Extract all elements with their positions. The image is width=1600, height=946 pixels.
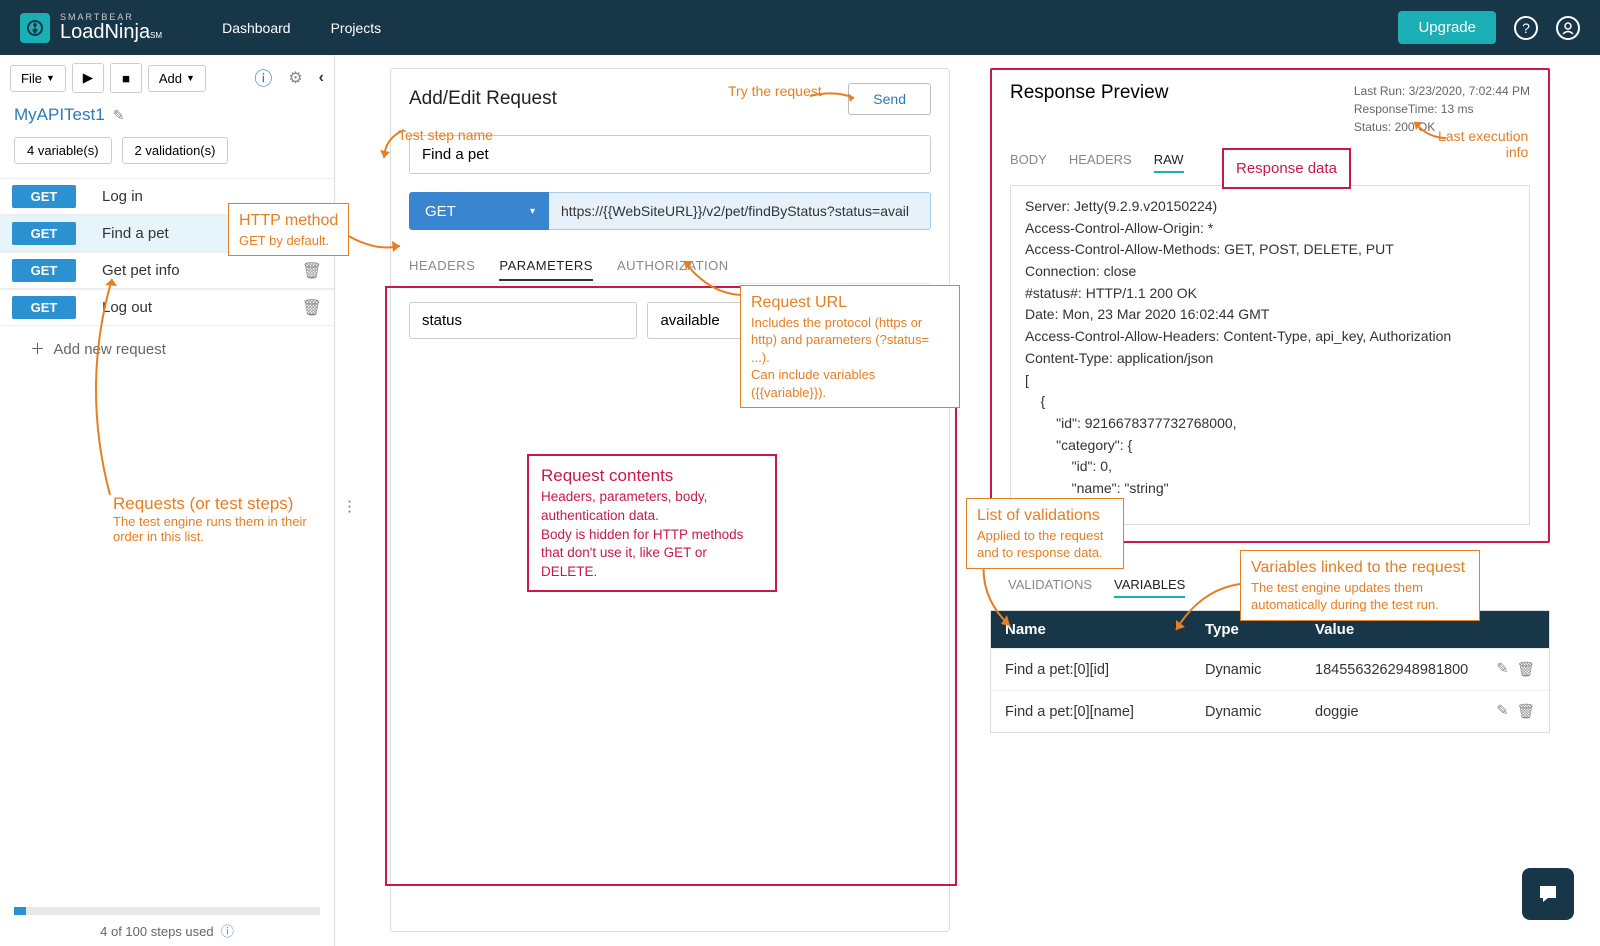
response-raw[interactable]: Server: Jetty(9.2.9.v20150224) Access-Co… bbox=[1010, 185, 1530, 525]
edit-icon[interactable]: ✎ bbox=[1496, 703, 1508, 720]
help-icon[interactable]: ? bbox=[1514, 16, 1538, 40]
trash-icon[interactable]: 🗑 bbox=[302, 298, 322, 318]
editor-tabs: HEADERS PARAMETERS AUTHORIZATION bbox=[409, 252, 931, 284]
callout-requests: Requests (or test steps) The test engine… bbox=[113, 494, 333, 544]
variables-table: Name Type Value Find a pet:[0][id]Dynami… bbox=[990, 610, 1550, 733]
validations-chip[interactable]: 2 validation(s) bbox=[122, 137, 229, 164]
logo-icon bbox=[20, 13, 50, 43]
add-menu[interactable]: Add ▼ bbox=[148, 65, 206, 92]
trash-icon[interactable]: 🗑 bbox=[302, 261, 322, 281]
logo: SMARTBEAR LoadNinjaSM bbox=[20, 13, 162, 43]
response-title: Response Preview bbox=[1010, 82, 1168, 136]
method-badge: GET bbox=[12, 259, 76, 282]
tab-headers[interactable]: HEADERS bbox=[409, 252, 475, 281]
info-icon[interactable]: ⓘ bbox=[254, 65, 272, 91]
col-name: Name bbox=[1005, 621, 1205, 638]
col-value: Value bbox=[1315, 621, 1485, 638]
gear-icon[interactable]: ⚙ bbox=[288, 68, 302, 88]
col-type: Type bbox=[1205, 621, 1315, 638]
tab-parameters[interactable]: PARAMETERS bbox=[499, 252, 593, 281]
callout-validations: List of validations Applied to the reque… bbox=[966, 498, 1124, 569]
nav-dashboard[interactable]: Dashboard bbox=[222, 20, 291, 36]
stop-button[interactable]: ■ bbox=[110, 63, 142, 93]
drag-handle-icon[interactable]: ●●● bbox=[348, 500, 352, 515]
method-badge: GET bbox=[12, 185, 76, 208]
steps-used: 4 of 100 steps used ⓘ bbox=[0, 907, 334, 940]
variable-row: Find a pet:[0][name]Dynamicdoggie✎🗑 bbox=[991, 690, 1549, 732]
sidebar-toolbar: File ▼ ▶ ■ Add ▼ ⓘ ⚙ ‹ bbox=[0, 55, 334, 101]
tab-authorization[interactable]: AUTHORIZATION bbox=[617, 252, 729, 281]
callout-http-method: HTTP method GET by default. bbox=[228, 203, 349, 256]
callout-request-contents: Request contents Headers, parameters, bo… bbox=[527, 454, 777, 592]
callout-last-exec: Last execution info bbox=[1438, 128, 1528, 160]
http-method-select[interactable]: GET bbox=[409, 192, 549, 230]
brand-main: LoadNinja bbox=[60, 21, 150, 43]
request-item[interactable]: GET Get pet info 🗑 bbox=[0, 252, 334, 289]
variables-chip[interactable]: 4 variable(s) bbox=[14, 137, 112, 164]
resp-tab-body[interactable]: BODY bbox=[1010, 148, 1047, 173]
request-item[interactable]: GET Log out 🗑 bbox=[0, 289, 334, 326]
chat-fab[interactable] bbox=[1522, 868, 1574, 920]
edit-name-icon[interactable]: ✎ bbox=[113, 107, 125, 124]
upgrade-button[interactable]: Upgrade bbox=[1398, 11, 1496, 44]
request-url-input[interactable] bbox=[549, 192, 931, 230]
tab-variables[interactable]: VARIABLES bbox=[1114, 573, 1185, 598]
file-menu[interactable]: File ▼ bbox=[10, 65, 66, 92]
trash-icon[interactable]: 🗑 bbox=[1517, 703, 1535, 720]
play-button[interactable]: ▶ bbox=[72, 63, 104, 93]
collapse-icon[interactable]: ‹ bbox=[319, 69, 324, 87]
callout-try-request: Try the request bbox=[728, 83, 822, 99]
callout-test-step-name: Test step name bbox=[398, 127, 493, 143]
callout-variables: Variables linked to the request The test… bbox=[1240, 550, 1480, 621]
resp-tab-raw[interactable]: RAW bbox=[1154, 148, 1184, 173]
variable-row: Find a pet:[0][id]Dynamic184556326294898… bbox=[991, 648, 1549, 690]
add-request[interactable]: ＋ Add new request bbox=[0, 326, 334, 371]
resp-tab-headers[interactable]: HEADERS bbox=[1069, 148, 1132, 173]
request-label: Get pet info bbox=[102, 262, 302, 279]
method-badge: GET bbox=[12, 296, 76, 319]
app-header: SMARTBEAR LoadNinjaSM Dashboard Projects… bbox=[0, 0, 1600, 55]
test-name: MyAPITest1 ✎ bbox=[0, 101, 334, 129]
callout-request-url: Request URL Includes the protocol (https… bbox=[740, 285, 960, 408]
param-key-input[interactable] bbox=[409, 302, 637, 339]
user-icon[interactable] bbox=[1556, 16, 1580, 40]
request-label: Log out bbox=[102, 299, 302, 316]
send-button[interactable]: Send bbox=[848, 83, 931, 115]
method-badge: GET bbox=[12, 222, 76, 245]
callout-response-data: Response data bbox=[1222, 148, 1351, 189]
tab-validations[interactable]: VALIDATIONS bbox=[1008, 573, 1092, 598]
edit-icon[interactable]: ✎ bbox=[1496, 661, 1508, 678]
trash-icon[interactable]: 🗑 bbox=[1517, 661, 1535, 678]
nav-projects[interactable]: Projects bbox=[331, 20, 382, 36]
